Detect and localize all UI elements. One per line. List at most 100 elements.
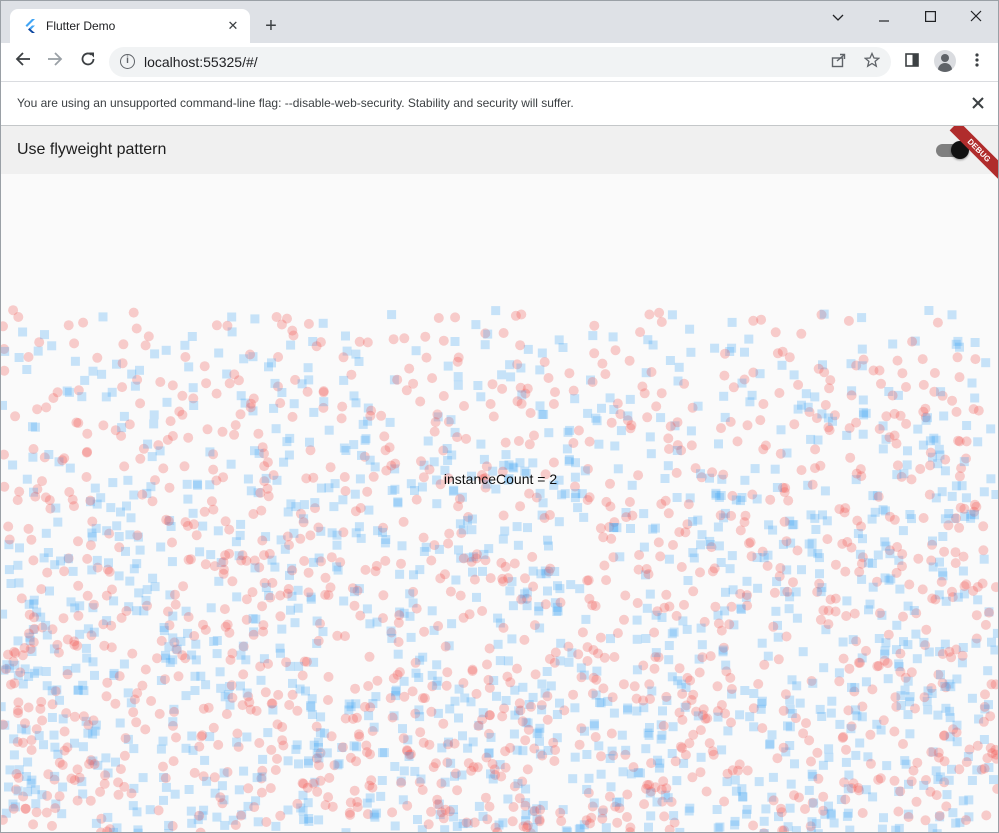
circle-shape <box>830 559 841 570</box>
close-icon[interactable]: ✕ <box>224 17 242 35</box>
circle-shape <box>549 756 560 766</box>
circle-shape <box>980 619 991 630</box>
circle-shape <box>719 370 730 381</box>
square-shape <box>713 712 723 722</box>
circle-shape <box>618 679 629 690</box>
square-shape <box>895 584 905 594</box>
circle-shape <box>82 428 93 439</box>
square-shape <box>754 777 764 787</box>
circle-shape <box>768 621 779 632</box>
circle-shape <box>834 504 845 515</box>
circle-shape <box>664 444 674 454</box>
side-panel-icon[interactable] <box>902 52 922 72</box>
circle-shape <box>898 739 908 749</box>
tab-flutter-demo[interactable]: Flutter Demo ✕ <box>10 9 250 43</box>
info-icon[interactable]: i <box>120 54 135 69</box>
square-shape <box>944 775 954 785</box>
circle-shape <box>1 449 9 460</box>
circle-shape <box>1 481 10 492</box>
minimize-icon[interactable] <box>861 5 907 29</box>
square-shape <box>121 546 130 556</box>
circle-shape <box>4 534 15 545</box>
circle-shape <box>264 548 275 559</box>
square-shape <box>881 638 891 648</box>
circle-shape <box>121 606 132 616</box>
square-shape <box>877 824 887 832</box>
square-shape <box>427 606 437 616</box>
shapes-canvas <box>1 305 998 832</box>
square-shape <box>857 361 867 371</box>
square-shape <box>936 670 945 680</box>
circle-shape <box>697 652 708 663</box>
forward-icon[interactable] <box>42 49 68 75</box>
circle-shape <box>469 574 480 585</box>
square-shape <box>765 740 775 750</box>
close-icon[interactable] <box>972 93 984 113</box>
circle-shape <box>387 712 398 723</box>
circle-shape <box>117 358 128 369</box>
circle-shape <box>444 528 455 539</box>
square-shape <box>574 824 584 832</box>
url-text[interactable]: localhost:55325/#/ <box>144 54 258 70</box>
square-shape <box>292 740 302 750</box>
square-shape <box>109 596 119 606</box>
square-shape <box>921 415 931 425</box>
circle-shape <box>488 411 499 422</box>
circle-shape <box>41 402 52 413</box>
square-shape <box>672 446 682 455</box>
circle-shape <box>140 664 151 675</box>
profile-icon[interactable] <box>934 50 956 72</box>
circle-shape <box>171 732 181 743</box>
circle-shape <box>844 663 855 674</box>
circle-shape <box>663 508 674 519</box>
square-shape <box>290 618 300 628</box>
share-icon[interactable] <box>829 52 849 72</box>
square-shape <box>667 629 677 639</box>
circle-shape <box>823 605 834 616</box>
square-shape <box>22 474 32 484</box>
square-shape <box>405 611 415 621</box>
circle-shape <box>525 408 536 418</box>
square-shape <box>122 501 131 511</box>
square-shape <box>454 713 463 723</box>
square-shape <box>720 412 730 422</box>
circle-shape <box>633 470 644 481</box>
square-shape <box>537 705 547 715</box>
square-shape <box>215 667 225 677</box>
square-shape <box>979 554 989 564</box>
more-icon[interactable] <box>967 52 987 72</box>
square-shape <box>212 649 222 659</box>
close-window-icon[interactable] <box>953 5 998 29</box>
square-shape <box>187 731 197 741</box>
star-icon[interactable] <box>862 51 882 72</box>
maximize-icon[interactable] <box>907 5 953 29</box>
square-shape <box>23 787 33 797</box>
square-shape <box>608 332 618 342</box>
plus-icon[interactable]: + <box>260 15 282 37</box>
circle-shape <box>388 334 399 345</box>
circle-shape <box>230 820 241 830</box>
circle-shape <box>28 444 39 454</box>
reload-icon[interactable] <box>75 49 101 75</box>
square-shape <box>9 750 19 760</box>
address-bar[interactable]: i localhost:55325/#/ <box>109 47 891 77</box>
circle-shape <box>292 798 303 809</box>
square-shape <box>272 475 282 485</box>
square-shape <box>520 466 530 476</box>
circle-shape <box>788 577 798 588</box>
square-shape <box>542 667 552 676</box>
square-shape <box>206 550 216 560</box>
square-shape <box>936 387 946 397</box>
circle-shape <box>191 530 202 541</box>
square-shape <box>596 698 606 708</box>
square-shape <box>669 811 679 821</box>
circle-shape <box>302 386 313 397</box>
square-shape <box>967 693 977 703</box>
circle-shape <box>303 318 314 329</box>
back-icon[interactable] <box>10 49 36 75</box>
circle-shape <box>246 398 256 409</box>
chevron-down-icon[interactable] <box>815 5 861 29</box>
circle-shape <box>484 710 495 721</box>
square-shape <box>618 767 628 777</box>
square-shape <box>427 670 437 680</box>
